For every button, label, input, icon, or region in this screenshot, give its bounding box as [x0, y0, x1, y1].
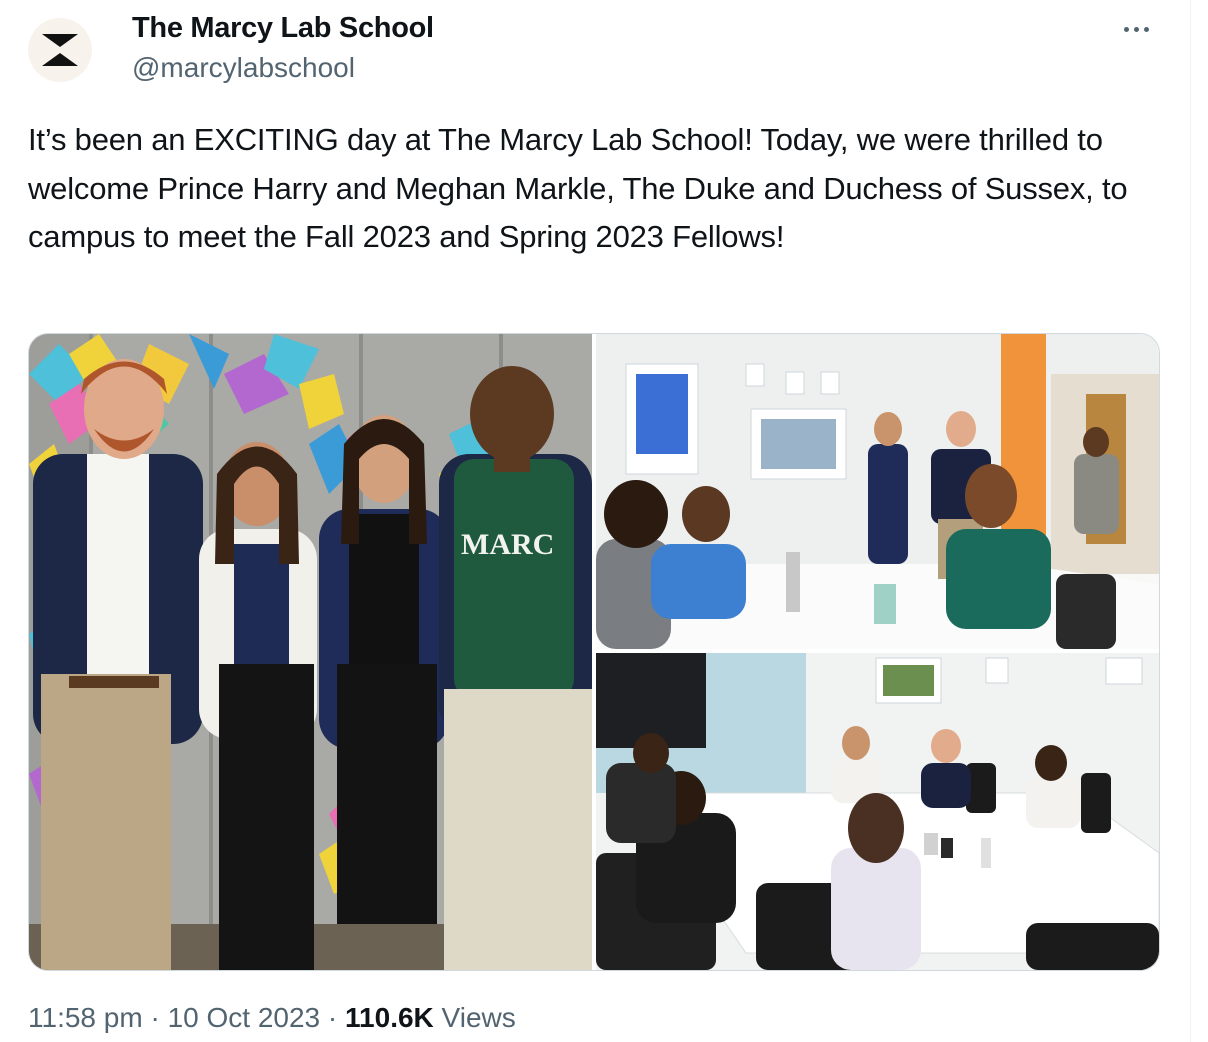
more-horizontal-icon [1123, 26, 1129, 32]
meta-separator: · [150, 1002, 160, 1033]
tweet-timestamp-link[interactable]: 11:58 pm · 10 Oct 2023 [28, 1002, 320, 1033]
photo-conference-room[interactable] [596, 653, 1159, 970]
tweet-header: The Marcy Lab School @marcylabschool [28, 10, 1160, 90]
more-options-button[interactable] [1116, 14, 1156, 44]
marcy-logo-icon [42, 34, 78, 66]
author-name[interactable]: The Marcy Lab School [132, 12, 434, 45]
timeline-border [1190, 0, 1191, 1042]
media-grid: MARC JAMES [28, 333, 1160, 971]
poster-text: JAMES [644, 460, 685, 474]
author-handle[interactable]: @marcylabschool [132, 52, 355, 84]
meta-separator: · [327, 1002, 338, 1033]
tweet-text: It’s been an EXCITING day at The Marcy L… [28, 122, 1128, 254]
tweet-meta: 11:58 pm · 10 Oct 2023 · 110.6K Views [28, 1002, 516, 1034]
tweet-time: 11:58 pm [28, 1002, 143, 1033]
avatar[interactable] [28, 18, 92, 82]
views-count: 110.6K [345, 1002, 434, 1033]
shirt-text: MARC [461, 528, 554, 561]
views-link[interactable]: 110.6K Views [345, 1002, 516, 1033]
tweet: The Marcy Lab School @marcylabschool It’… [28, 0, 1160, 1042]
views-label: Views [441, 1002, 516, 1033]
photo-classroom-visit[interactable]: JAMES [596, 334, 1159, 649]
photo-group-portrait[interactable]: MARC [29, 334, 592, 970]
tweet-date: 10 Oct 2023 [167, 1002, 321, 1033]
